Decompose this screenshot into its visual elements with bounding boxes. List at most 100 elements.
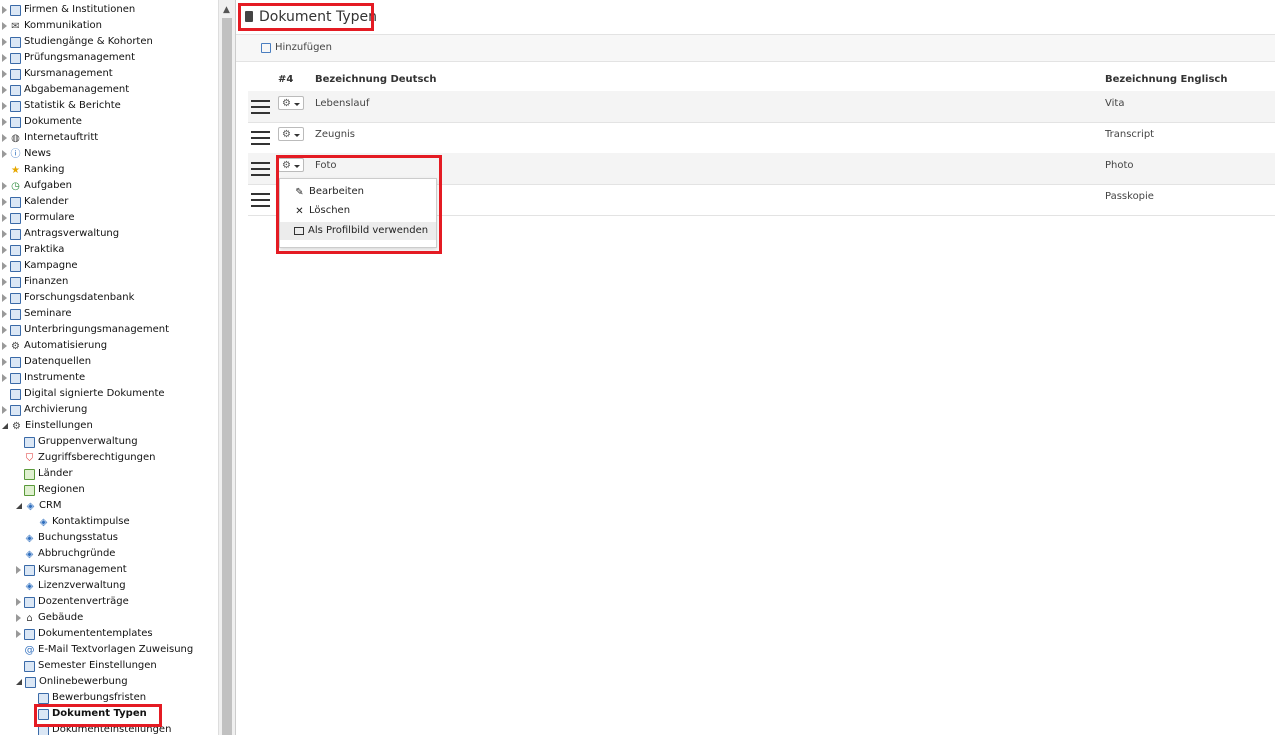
drag-handle-icon[interactable]: [251, 100, 270, 114]
sidebar-item-dokumententemplates[interactable]: Dokumententemplates: [16, 626, 153, 642]
drag-handle-icon[interactable]: [251, 193, 270, 207]
collapse-arrow-icon[interactable]: [2, 182, 7, 190]
sidebar-item-internetauftritt[interactable]: ◍ Internetauftritt: [2, 130, 98, 146]
expand-arrow-icon[interactable]: [16, 679, 22, 685]
collapse-arrow-icon[interactable]: [2, 86, 7, 94]
collapse-arrow-icon[interactable]: [2, 310, 7, 318]
sidebar-item-label: Abgabemanagement: [24, 84, 130, 95]
shield-icon: ⛉: [25, 452, 34, 464]
sidebar-scrollbar[interactable]: ▲: [218, 0, 235, 735]
sidebar-item-seminare[interactable]: Seminare: [2, 306, 72, 322]
collapse-arrow-icon[interactable]: [16, 630, 21, 638]
sidebar-item-statistik-berichte[interactable]: Statistik & Berichte: [2, 98, 121, 114]
sidebar-item-dokumente[interactable]: Dokumente: [2, 114, 82, 130]
sidebar-item-label: Länder: [38, 468, 73, 479]
collapse-arrow-icon[interactable]: [2, 70, 7, 78]
sidebar-item-länder[interactable]: Länder: [16, 466, 73, 482]
sidebar-item-ranking[interactable]: ★ Ranking: [2, 162, 64, 178]
collapse-arrow-icon[interactable]: [2, 22, 7, 30]
row-actions-button[interactable]: ⚙: [278, 96, 304, 110]
sidebar-item-e-mail-textvorlagen-zuweisung[interactable]: @ E-Mail Textvorlagen Zuweisung: [16, 642, 194, 658]
sidebar-item-kommunikation[interactable]: ✉ Kommunikation: [2, 18, 102, 34]
sidebar-item-studiengänge-kohorten[interactable]: Studiengänge & Kohorten: [2, 34, 153, 50]
add-button[interactable]: Hinzufügen: [261, 42, 332, 53]
collapse-arrow-icon[interactable]: [2, 374, 7, 382]
sidebar-item-abgabemanagement[interactable]: Abgabemanagement: [2, 82, 129, 98]
table-icon: [10, 228, 21, 240]
table-row[interactable]: ⚙ Zeugnis Transcript: [248, 122, 1275, 154]
sidebar-item-label: Praktika: [24, 244, 65, 255]
sidebar-item-crm[interactable]: ◈ CRM: [16, 498, 62, 514]
expand-arrow-icon[interactable]: [16, 503, 22, 509]
table-row[interactable]: ⚙ Lebenslauf Vita: [248, 91, 1275, 123]
collapse-arrow-icon[interactable]: [2, 198, 7, 206]
sidebar-item-dozentenverträge[interactable]: Dozentenverträge: [16, 594, 129, 610]
sidebar-item-zugriffsberechtigungen[interactable]: ⛉ Zugriffsberechtigungen: [16, 450, 156, 466]
collapse-arrow-icon[interactable]: [2, 342, 7, 350]
sidebar-item-archivierung[interactable]: Archivierung: [2, 402, 87, 418]
globe-green-icon: [24, 468, 35, 480]
sidebar-item-instrumente[interactable]: Instrumente: [2, 370, 85, 386]
sidebar-item-label: Onlinebewerbung: [39, 676, 128, 687]
sidebar-item-datenquellen[interactable]: Datenquellen: [2, 354, 91, 370]
collapse-arrow-icon[interactable]: [16, 566, 21, 574]
sidebar-item-lizenzverwaltung[interactable]: ◈ Lizenzverwaltung: [16, 578, 126, 594]
sidebar-item-aufgaben[interactable]: ◷ Aufgaben: [2, 178, 72, 194]
sidebar-item-automatisierung[interactable]: ⚙ Automatisierung: [2, 338, 107, 354]
sidebar-item-gruppenverwaltung[interactable]: Gruppenverwaltung: [16, 434, 138, 450]
sidebar-item-kursmanagement[interactable]: Kursmanagement: [2, 66, 113, 82]
sidebar-item-buchungsstatus[interactable]: ◈ Buchungsstatus: [16, 530, 118, 546]
sidebar-item-digital-signierte-dokumente[interactable]: Digital signierte Dokumente: [2, 386, 165, 402]
row-actions-button[interactable]: ⚙: [278, 127, 304, 141]
sidebar-item-unterbringungsmanagement[interactable]: Unterbringungsmanagement: [2, 322, 169, 338]
drag-handle-icon[interactable]: [251, 162, 270, 176]
sidebar-item-praktika[interactable]: Praktika: [2, 242, 64, 258]
sidebar-item-forschungsdatenbank[interactable]: Forschungsdatenbank: [2, 290, 134, 306]
expand-arrow-icon[interactable]: [2, 423, 8, 429]
sidebar-item-onlinebewerbung[interactable]: Onlinebewerbung: [16, 674, 128, 690]
sidebar-item-kalender[interactable]: Kalender: [2, 194, 68, 210]
collapse-arrow-icon[interactable]: [2, 214, 7, 222]
sidebar-item-finanzen[interactable]: Finanzen: [2, 274, 68, 290]
sidebar-item-abbruchgründe[interactable]: ◈ Abbruchgründe: [16, 546, 116, 562]
collapse-arrow-icon[interactable]: [2, 134, 7, 142]
collapse-arrow-icon[interactable]: [2, 262, 7, 270]
sidebar-item-kursmanagement[interactable]: Kursmanagement: [16, 562, 127, 578]
drag-handle-icon[interactable]: [251, 131, 270, 145]
collapse-arrow-icon[interactable]: [2, 102, 7, 110]
collapse-arrow-icon[interactable]: [16, 614, 21, 622]
sidebar-item-semester-einstellungen[interactable]: Semester Einstellungen: [16, 658, 157, 674]
column-header-en[interactable]: Bezeichnung Englisch: [1105, 74, 1227, 85]
collapse-arrow-icon[interactable]: [2, 326, 7, 334]
collapse-arrow-icon[interactable]: [16, 598, 21, 606]
scrollbar-thumb[interactable]: [222, 18, 232, 735]
page-header: Dokument Typen: [236, 0, 1275, 35]
collapse-arrow-icon[interactable]: [2, 278, 7, 286]
sidebar-item-label: Einstellungen: [25, 420, 93, 431]
collapse-arrow-icon[interactable]: [2, 38, 7, 46]
collapse-arrow-icon[interactable]: [2, 358, 7, 366]
sidebar-item-antragsverwaltung[interactable]: Antragsverwaltung: [2, 226, 119, 242]
sidebar-item-news[interactable]: ⓘ News: [2, 146, 51, 162]
collapse-arrow-icon[interactable]: [2, 230, 7, 238]
collapse-arrow-icon[interactable]: [2, 406, 7, 414]
sidebar-item-kampagne[interactable]: Kampagne: [2, 258, 78, 274]
cell-name-en: Transcript: [1105, 129, 1155, 140]
collapse-arrow-icon[interactable]: [2, 150, 7, 158]
sidebar-item-formulare[interactable]: Formulare: [2, 210, 74, 226]
sidebar-item-prüfungsmanagement[interactable]: Prüfungsmanagement: [2, 50, 135, 66]
sidebar-item-kontaktimpulse[interactable]: ◈ Kontaktimpulse: [30, 514, 130, 530]
sidebar-item-label: Dozentenverträge: [38, 596, 129, 607]
sidebar-item-firmen-institutionen[interactable]: Firmen & Institutionen: [2, 2, 135, 18]
sidebar-item-regionen[interactable]: Regionen: [16, 482, 85, 498]
sidebar-item-gebäude[interactable]: ⌂ Gebäude: [16, 610, 83, 626]
collapse-arrow-icon[interactable]: [2, 6, 7, 14]
sidebar-item-label: Studiengänge & Kohorten: [24, 36, 153, 47]
collapse-arrow-icon[interactable]: [2, 54, 7, 62]
sidebar-item-einstellungen[interactable]: ⚙ Einstellungen: [2, 418, 93, 434]
collapse-arrow-icon[interactable]: [2, 246, 7, 254]
scroll-up-icon[interactable]: ▲: [223, 5, 230, 15]
column-header-de[interactable]: Bezeichnung Deutsch: [315, 74, 436, 85]
collapse-arrow-icon[interactable]: [2, 294, 7, 302]
collapse-arrow-icon[interactable]: [2, 118, 7, 126]
